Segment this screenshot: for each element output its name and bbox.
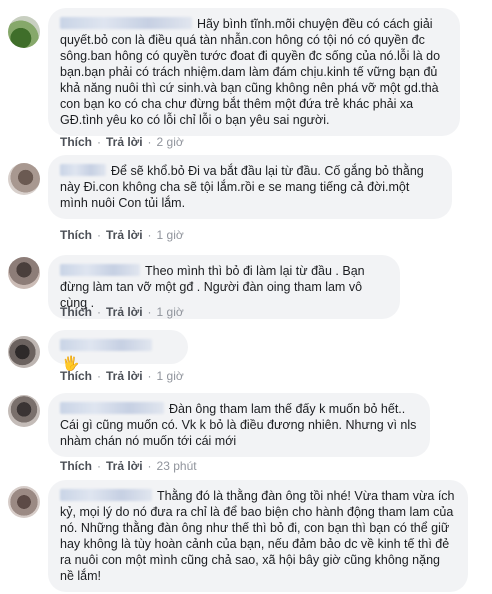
comment-time[interactable]: 1 giờ [157, 369, 184, 383]
commenter-name[interactable] [60, 489, 152, 501]
comment-time[interactable]: 23 phút [157, 459, 197, 473]
comment-actions: Thích · Trả lời · 1 giờ [60, 305, 184, 319]
reply-button[interactable]: Trả lời [106, 135, 143, 149]
commenter-name[interactable] [60, 339, 152, 351]
like-button[interactable]: Thích [60, 135, 92, 149]
comment-bubble: Hãy bình tĩnh.mõi chuyện đều có cách giả… [48, 8, 460, 136]
commenter-name[interactable] [60, 17, 192, 29]
avatar[interactable] [8, 16, 40, 48]
comment-time[interactable]: 1 giờ [157, 305, 184, 319]
reply-button[interactable]: Trả lời [106, 369, 143, 383]
reply-button[interactable]: Trả lời [106, 305, 143, 319]
commenter-name[interactable] [60, 164, 106, 176]
reply-button[interactable]: Trả lời [106, 228, 143, 242]
avatar[interactable] [8, 163, 40, 195]
comment-text: Thằng đó là thằng đàn ông tồi nhé! Vừa t… [60, 489, 455, 583]
comment-text: Để sẽ khổ.bỏ Đi va bắt đầu lại từ đầu. C… [60, 164, 424, 210]
comment-actions: Thích · Trả lời · 2 giờ [60, 135, 184, 149]
comment-time[interactable]: 2 giờ [157, 135, 184, 149]
commenter-name[interactable] [60, 402, 164, 414]
comment-bubble: Thằng đó là thằng đàn ông tồi nhé! Vừa t… [48, 480, 468, 592]
comment-bubble: 🖐 [48, 330, 188, 371]
comment-bubble: Đàn ông tham lam thế đấy k muốn bỏ hết..… [48, 393, 430, 457]
comment-time[interactable]: 1 giờ [157, 228, 184, 242]
commenter-name[interactable] [60, 264, 140, 276]
comment-actions: Thích · Trả lời · 1 giờ [60, 228, 184, 242]
like-button[interactable]: Thích [60, 459, 92, 473]
like-button[interactable]: Thích [60, 305, 92, 319]
avatar[interactable] [8, 336, 40, 368]
like-button[interactable]: Thích [60, 369, 92, 383]
reply-button[interactable]: Trả lời [106, 459, 143, 473]
avatar[interactable] [8, 395, 40, 427]
comment-text: Hãy bình tĩnh.mõi chuyện đều có cách giả… [60, 17, 441, 127]
comment-actions: Thích · Trả lời · 1 giờ [60, 369, 184, 383]
comment-actions: Thích · Trả lời · 23 phút [60, 459, 197, 473]
comment-bubble: Để sẽ khổ.bỏ Đi va bắt đầu lại từ đầu. C… [48, 155, 452, 219]
like-button[interactable]: Thích [60, 228, 92, 242]
avatar[interactable] [8, 486, 40, 518]
avatar[interactable] [8, 257, 40, 289]
